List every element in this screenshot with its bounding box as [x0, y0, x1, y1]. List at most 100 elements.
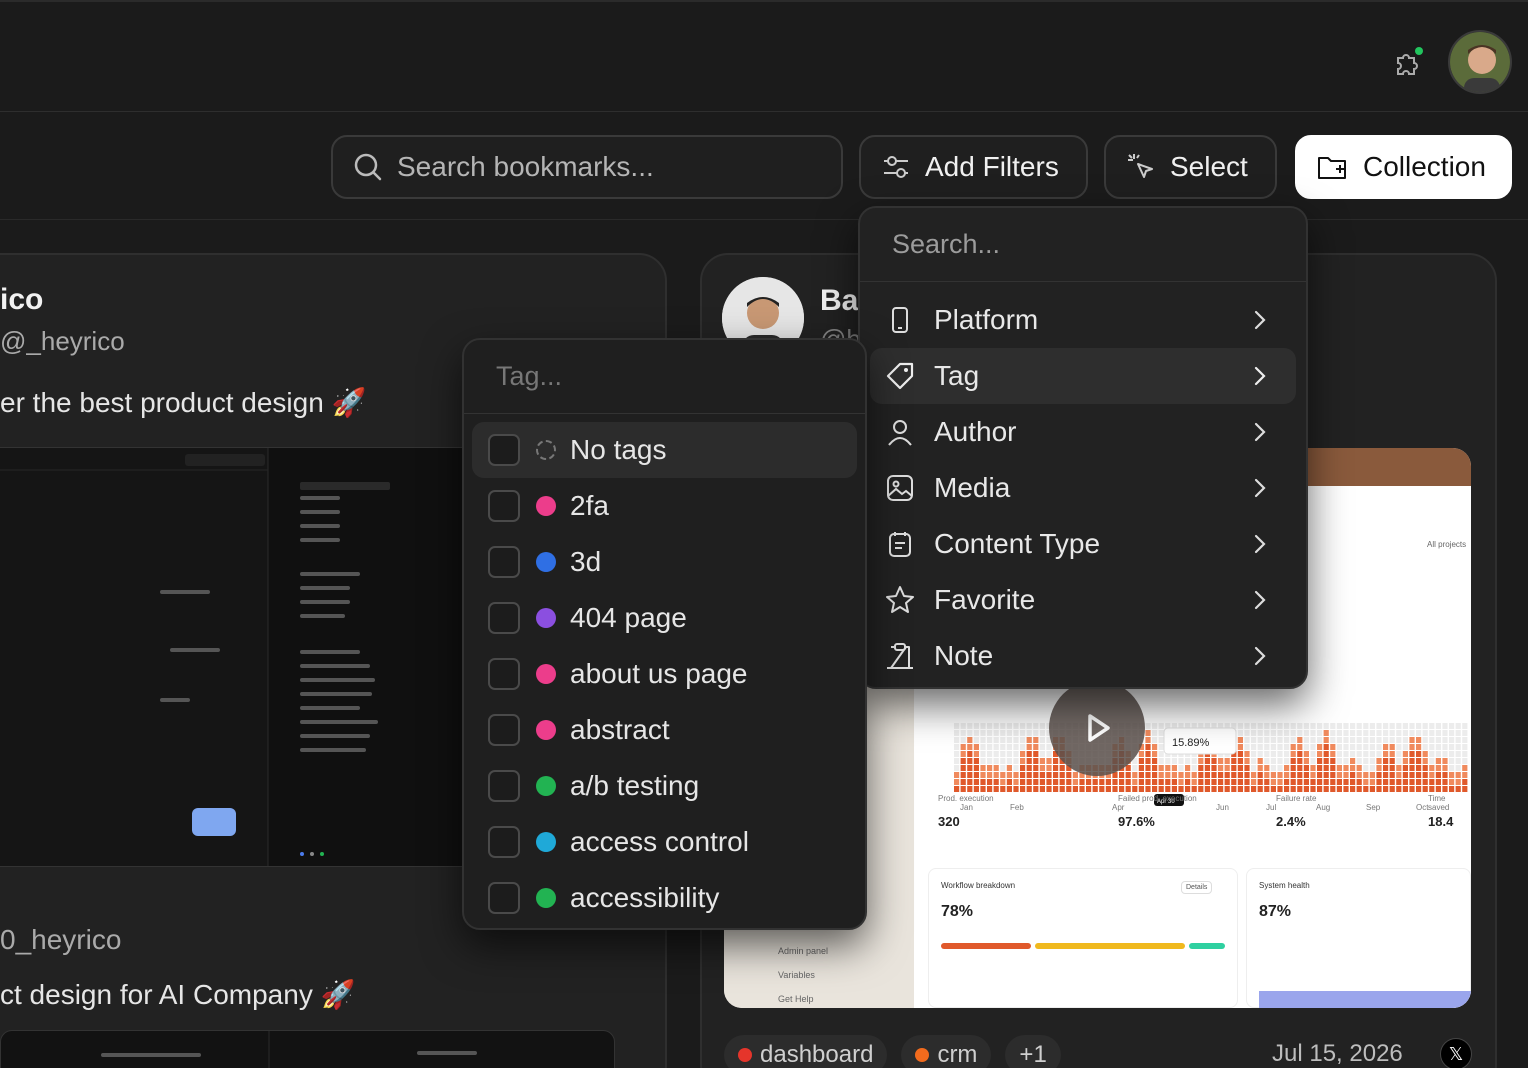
filter-item-note[interactable]: Note [870, 628, 1296, 684]
heatmap-cell [1376, 765, 1382, 771]
author-name: Bar [820, 284, 860, 317]
heatmap-cell [1389, 765, 1395, 771]
heatmap-cell [1442, 744, 1448, 750]
heatmap-cell [1171, 758, 1177, 764]
more-tags-chip[interactable]: +1 [1005, 1035, 1061, 1068]
checkbox[interactable] [488, 882, 520, 914]
heatmap-cell [1462, 723, 1468, 729]
media-preview-2[interactable] [0, 1030, 615, 1068]
heatmap-cell [1138, 772, 1144, 778]
play-button[interactable] [1049, 680, 1145, 776]
heatmap-cell [1297, 765, 1303, 771]
checkbox[interactable] [488, 490, 520, 522]
heatmap-cell [1231, 772, 1237, 778]
checkbox[interactable] [488, 602, 520, 634]
heatmap-cell [1026, 723, 1032, 729]
heatmap-cell [1422, 730, 1428, 736]
checkbox[interactable] [488, 658, 520, 690]
workflow-panel: Workflow breakdown Details 78% [928, 868, 1238, 1008]
x-logo-icon[interactable]: 𝕏 [1440, 1038, 1472, 1068]
tag-option-label: 2fa [570, 490, 609, 521]
checkbox[interactable] [488, 546, 520, 578]
tag-option[interactable]: access control [472, 814, 857, 870]
tag-option[interactable]: 3d [472, 534, 857, 590]
filter-item-content-type[interactable]: Content Type [870, 516, 1296, 572]
tag-chip[interactable]: dashboard [724, 1035, 888, 1068]
tag-search-input[interactable] [496, 361, 826, 392]
collection-button[interactable]: Collection [1295, 135, 1512, 199]
heatmap-cell [1396, 751, 1402, 757]
heatmap-cell [1343, 751, 1349, 757]
heatmap-cell [1297, 744, 1303, 750]
heatmap-cell [980, 737, 986, 743]
checkbox[interactable] [488, 826, 520, 858]
chevron-right-icon [1254, 534, 1266, 554]
heatmap-cell [973, 765, 979, 771]
checkbox[interactable] [488, 770, 520, 802]
heatmap-cell [1449, 765, 1455, 771]
heatmap-cell [1079, 779, 1085, 785]
heatmap-cell [1264, 765, 1270, 771]
filter-item-author[interactable]: Author [870, 404, 1296, 460]
tag-option[interactable]: a/b testing [472, 758, 857, 814]
heatmap-cell [1317, 779, 1323, 785]
heatmap-cell [1422, 779, 1428, 785]
search-input[interactable] [397, 151, 817, 183]
heatmap-cell [1317, 744, 1323, 750]
tag-chip[interactable]: crm [901, 1035, 992, 1068]
puzzle-icon[interactable] [1390, 44, 1426, 80]
tag-option[interactable]: about us page [472, 646, 857, 702]
heatmap-cell [1237, 765, 1243, 771]
stat-label: Time saved [1428, 794, 1450, 812]
checkbox[interactable] [488, 714, 520, 746]
heatmap-cell [1363, 737, 1369, 743]
search-bar[interactable] [331, 135, 843, 199]
chart-tooltip: 15.89% [1163, 727, 1237, 755]
heatmap-cell [1330, 723, 1336, 729]
add-filters-button[interactable]: Add Filters [859, 135, 1088, 199]
heatmap-cell [1435, 737, 1441, 743]
heatmap-cell [1284, 730, 1290, 736]
heatmap-cell [1462, 751, 1468, 757]
heatmap-cell [1198, 765, 1204, 771]
heatmap-cell [1409, 744, 1415, 750]
avatar[interactable] [1448, 30, 1512, 94]
heatmap-cell [1303, 765, 1309, 771]
chevron-right-icon [1254, 478, 1266, 498]
heatmap-cell [1198, 758, 1204, 764]
tag-option[interactable]: accessibility [472, 870, 857, 926]
heatmap-cell [1013, 737, 1019, 743]
tooltip-value: 15.89% [1172, 737, 1210, 749]
heatmap-cell [987, 765, 993, 771]
stat-label: Failed prod. execution [1118, 794, 1197, 803]
details-button[interactable]: Details [1181, 881, 1213, 894]
heatmap-cell [1257, 744, 1263, 750]
heatmap-cell [1185, 765, 1191, 771]
select-button[interactable]: Select [1104, 135, 1277, 199]
filter-item-media[interactable]: Media [870, 460, 1296, 516]
heatmap-cell [1020, 758, 1026, 764]
heatmap-cell [1000, 758, 1006, 764]
heatmap-cell [1356, 786, 1362, 792]
filter-search-input[interactable] [892, 229, 1272, 260]
heatmap-cell [1059, 779, 1065, 785]
tag-option[interactable]: abstract [472, 702, 857, 758]
heatmap-cell [1204, 758, 1210, 764]
filter-item-label: Platform [934, 304, 1039, 335]
filter-item-platform[interactable]: Platform [870, 292, 1296, 348]
filter-item-favorite[interactable]: Favorite [870, 572, 1296, 628]
heatmap-cell [1158, 765, 1164, 771]
tag-option[interactable]: No tags [472, 422, 857, 478]
heatmap-cell [1303, 737, 1309, 743]
heatmap-cell [1303, 786, 1309, 792]
checkbox[interactable] [488, 434, 520, 466]
media-preview[interactable] [0, 447, 462, 867]
heatmap-cell [1343, 730, 1349, 736]
side-item: Get Help [778, 994, 814, 1004]
heatmap-cell [960, 786, 966, 792]
heatmap-cell [1376, 730, 1382, 736]
heatmap-cell [1026, 786, 1032, 792]
filter-item-tag[interactable]: Tag [870, 348, 1296, 404]
tag-option[interactable]: 404 page [472, 590, 857, 646]
tag-option[interactable]: 2fa [472, 478, 857, 534]
